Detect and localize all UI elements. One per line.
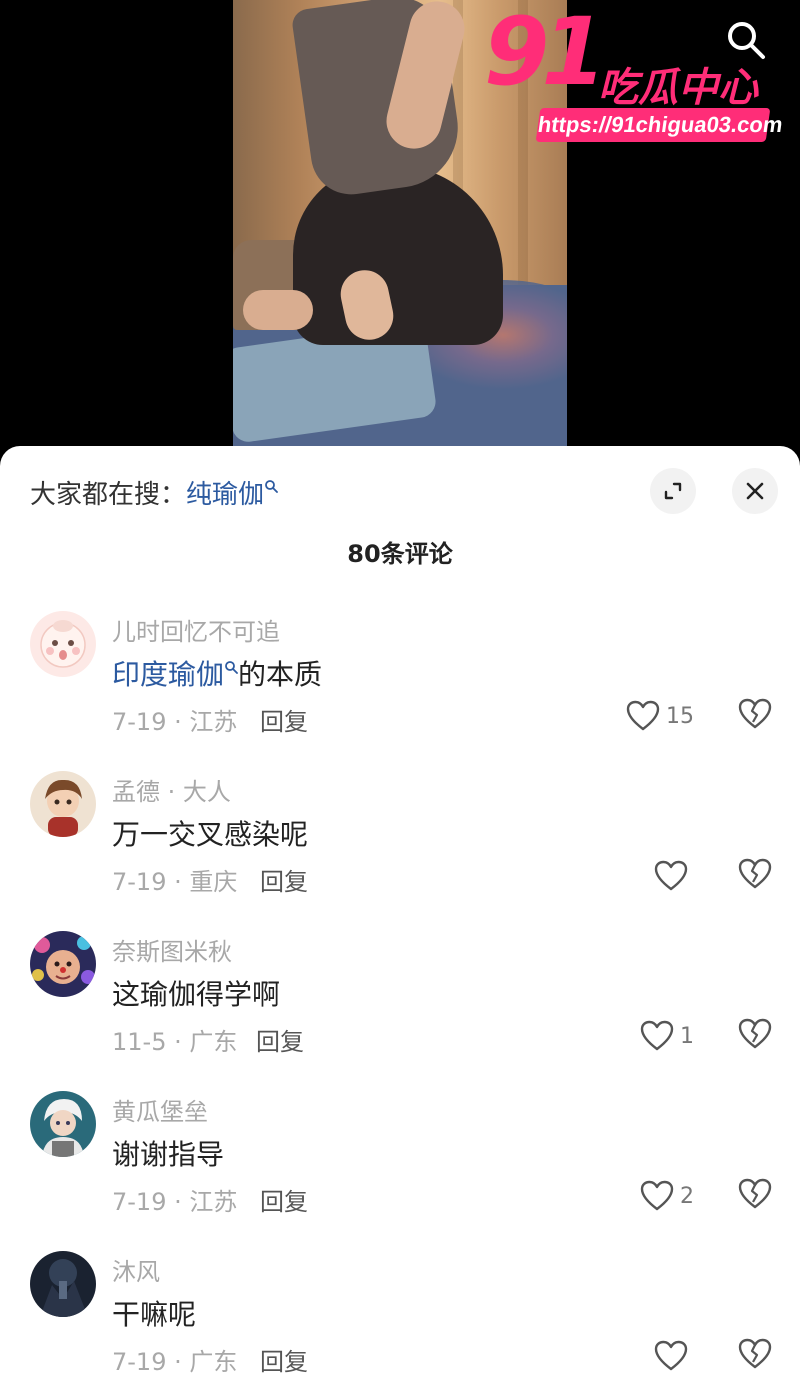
- reply-button[interactable]: 回复: [260, 862, 308, 897]
- baby-avatar-image: [30, 611, 96, 677]
- comment-search-link[interactable]: 印度瑜伽: [112, 658, 224, 691]
- dislike-button[interactable]: [738, 1018, 772, 1052]
- user-name[interactable]: 奈斯图米秋: [112, 932, 232, 967]
- broken-heart-icon: [738, 1018, 772, 1049]
- comment-body: 的本质: [238, 658, 323, 691]
- comment-body: 这瑜伽得学啊: [112, 978, 281, 1011]
- heart-icon: [654, 1340, 688, 1371]
- comment-item: 奈斯图米秋 这瑜伽得学啊 11-5 · 广东 回复 1: [0, 916, 800, 1076]
- like-count: 15: [666, 703, 694, 729]
- avatar[interactable]: [30, 931, 96, 997]
- person-legs: [293, 165, 503, 345]
- search-suggestion: 大家都在搜：纯瑜伽: [30, 474, 278, 511]
- anime-character-avatar-image: [30, 1091, 96, 1157]
- comment-body: 谢谢指导: [112, 1138, 225, 1171]
- reply-button[interactable]: 回复: [260, 1342, 308, 1377]
- colorful-face-avatar-image: [30, 931, 96, 997]
- broken-heart-icon: [738, 1178, 772, 1209]
- sheet-header: 大家都在搜：纯瑜伽: [0, 446, 800, 536]
- comment-sheet: 大家都在搜：纯瑜伽 80条评论 儿时回忆不可追 印度瑜伽 的本质 7-19 · …: [0, 446, 800, 1385]
- comment-text: 干嘛呢: [112, 1293, 196, 1333]
- like-button[interactable]: [654, 1338, 694, 1374]
- reply-button[interactable]: 回复: [260, 1182, 308, 1217]
- like-count: 1: [680, 1023, 694, 1049]
- heart-icon: [626, 700, 660, 731]
- user-name[interactable]: 孟德 · 大人: [112, 772, 231, 807]
- person-hand: [243, 290, 313, 330]
- comment-meta: 7-19 · 重庆: [112, 868, 238, 896]
- dislike-button[interactable]: [738, 1178, 772, 1212]
- avatar[interactable]: [30, 1251, 96, 1317]
- dislike-button[interactable]: [738, 858, 772, 892]
- avatar[interactable]: [30, 611, 96, 677]
- search-suggestion-prefix: 大家都在搜：: [30, 480, 187, 510]
- search-button[interactable]: [724, 18, 768, 62]
- watermark-url: https://91chigua03.com: [535, 108, 784, 142]
- user-name[interactable]: 沐风: [112, 1252, 160, 1287]
- broken-heart-icon: [738, 858, 772, 889]
- search-icon: [225, 660, 238, 674]
- close-icon: [746, 482, 764, 500]
- reply-button[interactable]: 回复: [260, 702, 308, 737]
- watermark-number: 91: [484, 0, 607, 107]
- comment-item: 黄瓜堡垒 谢谢指导 7-19 · 江苏 回复 2: [0, 1076, 800, 1236]
- video-player[interactable]: 91 吃瓜中心 https://91chigua03.com: [0, 0, 800, 470]
- comment-meta: 11-5 · 广东: [112, 1028, 238, 1056]
- broken-heart-icon: [738, 698, 772, 729]
- heart-icon: [640, 1180, 674, 1211]
- comment-meta: 7-19 · 江苏: [112, 1188, 238, 1216]
- expand-button[interactable]: [650, 468, 696, 514]
- dislike-button[interactable]: [738, 1338, 772, 1372]
- comment-count: 80条评论: [347, 540, 453, 568]
- heart-icon: [640, 1020, 674, 1051]
- comment-meta: 7-19 · 江苏: [112, 708, 238, 736]
- like-count: 2: [680, 1183, 694, 1209]
- comment-list: 儿时回忆不可追 印度瑜伽 的本质 7-19 · 江苏 回复 15 孟德 · 大人…: [0, 596, 800, 1385]
- comment-text: 谢谢指导: [112, 1133, 224, 1173]
- search-icon: [265, 480, 278, 494]
- broken-heart-icon: [738, 1338, 772, 1369]
- comment-body: 干嘛呢: [112, 1298, 197, 1331]
- comment-text: 印度瑜伽 的本质: [112, 653, 322, 693]
- comment-text: 这瑜伽得学啊: [112, 973, 280, 1013]
- search-suggestion-keyword-text[interactable]: 纯瑜伽: [186, 480, 264, 510]
- like-button[interactable]: [654, 858, 694, 894]
- comment-body: 万一交叉感染呢: [112, 818, 309, 851]
- comment-item: 沐风 干嘛呢 7-19 · 广东 回复: [0, 1236, 800, 1385]
- search-suggestion-keyword[interactable]: 纯瑜伽: [186, 480, 278, 510]
- search-icon: [728, 22, 765, 59]
- reply-button[interactable]: 回复: [256, 1022, 304, 1057]
- comment-meta: 7-19 · 广东: [112, 1348, 238, 1376]
- comment-item: 孟德 · 大人 万一交叉感染呢 7-19 · 重庆 回复: [0, 756, 800, 916]
- dislike-button[interactable]: [738, 698, 772, 732]
- heart-icon: [654, 860, 688, 891]
- watermark-brand: 吃瓜中心: [598, 65, 758, 111]
- close-button[interactable]: [732, 468, 778, 514]
- avatar[interactable]: [30, 771, 96, 837]
- anime-boy-avatar-image: [30, 771, 96, 837]
- like-button[interactable]: 15: [626, 698, 694, 734]
- user-name[interactable]: 黄瓜堡垒: [112, 1092, 208, 1127]
- expand-icon: [664, 482, 682, 500]
- like-button[interactable]: 2: [640, 1178, 694, 1214]
- dark-scene-avatar-image: [30, 1251, 96, 1317]
- comment-text: 万一交叉感染呢: [112, 813, 308, 853]
- avatar[interactable]: [30, 1091, 96, 1157]
- like-button[interactable]: 1: [640, 1018, 694, 1054]
- comment-item: 儿时回忆不可追 印度瑜伽 的本质 7-19 · 江苏 回复 15: [0, 596, 800, 756]
- user-name[interactable]: 儿时回忆不可追: [112, 612, 280, 647]
